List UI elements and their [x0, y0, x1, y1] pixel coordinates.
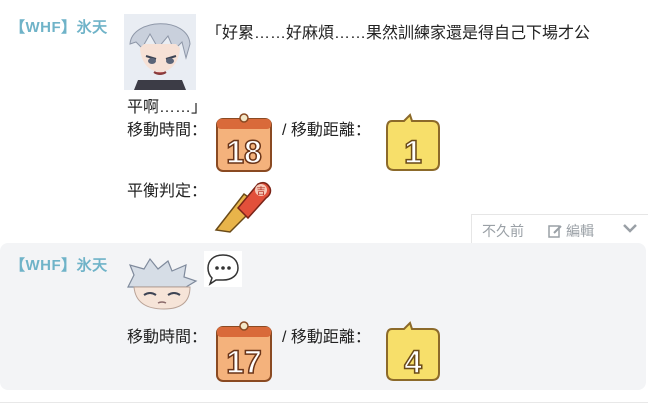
- edit-label: 編輯: [566, 223, 594, 239]
- move-time-label: 移動時間：: [127, 122, 208, 139]
- divider: [0, 402, 648, 403]
- author-name[interactable]: 【WHF】氷天: [10, 16, 108, 37]
- move-time-value: 18: [226, 134, 262, 170]
- move-time-value: 17: [226, 344, 262, 380]
- avatar: [124, 14, 196, 90]
- chat-post: 【WHF】氷天 「好累……好麻煩……果然訓練家還是得自己下場才公 平啊……」 移…: [0, 0, 648, 243]
- speech-bubble-icon: 1: [384, 113, 442, 173]
- post-timestamp: 不久前: [482, 223, 524, 239]
- edit-icon: [548, 225, 562, 238]
- message-line-1: 「好累……好麻煩……果然訓練家還是得自己下場才公: [206, 25, 591, 42]
- distance-label: / 移動距離：: [282, 122, 371, 139]
- balance-label: 平衡判定：: [127, 183, 208, 200]
- move-time-label: 移動時間：: [127, 329, 208, 346]
- chat-post: 【WHF】氷天 移動時間： 17 / 移動距離： 4: [0, 243, 646, 390]
- edit-button[interactable]: 編輯: [548, 221, 594, 241]
- fortune-stick-icon: 吉: [214, 180, 274, 234]
- distance-value: 4: [404, 344, 422, 380]
- message-line-2: 平啊……」: [127, 99, 208, 116]
- stamp-text: 吉: [256, 186, 265, 197]
- calendar-icon: 17: [215, 321, 273, 383]
- distance-label: / 移動距離：: [282, 329, 371, 346]
- calendar-icon: 18: [215, 113, 273, 173]
- ellipsis-bubble-icon: [204, 251, 242, 287]
- author-name[interactable]: 【WHF】氷天: [10, 254, 108, 275]
- chevron-down-icon[interactable]: [622, 221, 638, 238]
- avatar: [124, 257, 200, 313]
- post-meta-bar: 不久前 編輯: [471, 214, 648, 243]
- distance-value: 1: [404, 134, 422, 170]
- speech-bubble-icon: 4: [384, 321, 442, 383]
